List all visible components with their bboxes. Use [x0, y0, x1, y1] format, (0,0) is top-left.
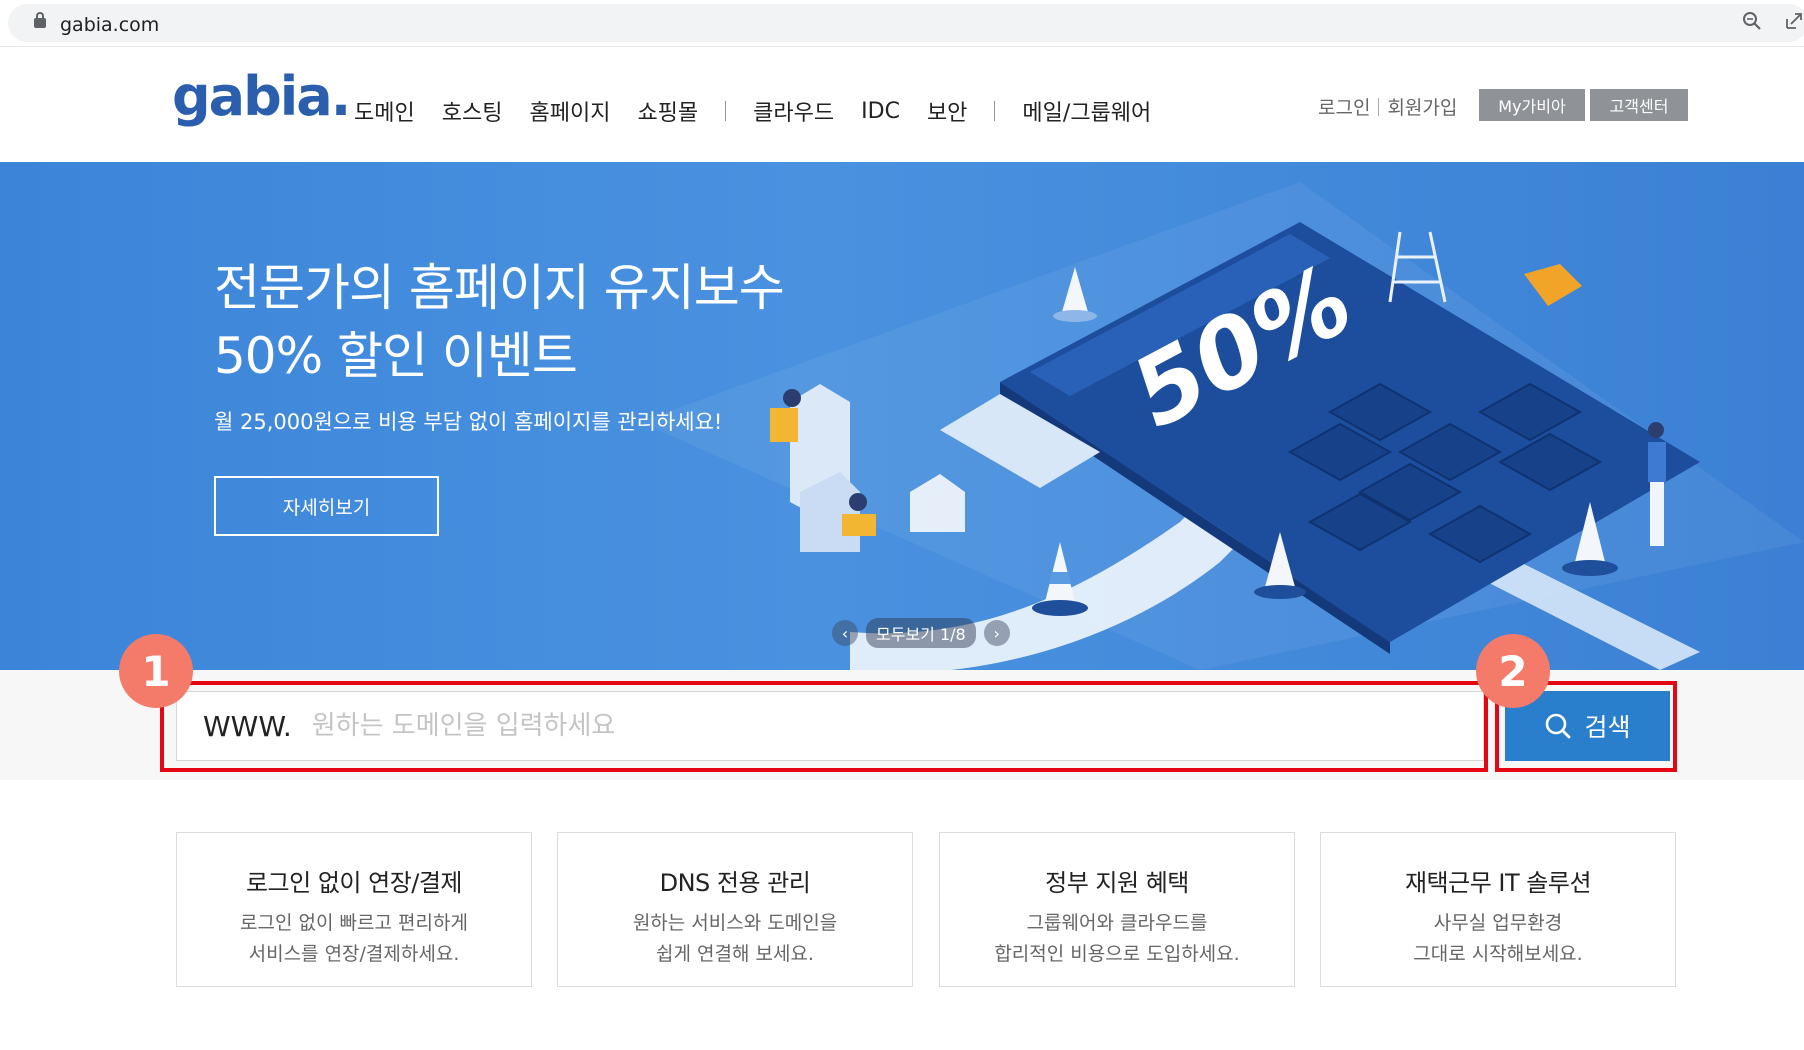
- step-badge-2: 2: [1476, 634, 1550, 708]
- card-desc: 사무실 업무환경 그대로 시작해보세요.: [1321, 908, 1675, 970]
- details-button[interactable]: 자세히보기: [214, 476, 439, 536]
- card-title: DNS 전용 관리: [659, 869, 811, 897]
- nav-divider: [994, 101, 996, 121]
- main-nav: 도메인 호스팅 홈페이지 쇼핑몰 클라우드 IDC 보안 메일/그룹웨어: [354, 95, 1178, 127]
- slide-counter[interactable]: 모두보기 1/8: [866, 618, 976, 648]
- hero-subtitle: 월 25,000원으로 비용 부담 없이 홈페이지를 관리하세요!: [214, 410, 723, 434]
- hero-title-line2: 50% 할인 이벤트: [214, 327, 578, 385]
- card-government-support[interactable]: 정부 지원 혜택 그룹웨어와 클라우드를 합리적인 비용으로 도입하세요.: [939, 832, 1295, 987]
- zoom-icon[interactable]: [1742, 11, 1762, 31]
- nav-homepage[interactable]: 홈페이지: [529, 95, 610, 127]
- nav-security[interactable]: 보안: [927, 95, 967, 127]
- url-text[interactable]: gabia.com: [60, 14, 159, 36]
- nav-hosting[interactable]: 호스팅: [442, 95, 503, 127]
- card-title: 로그인 없이 연장/결제: [245, 869, 463, 897]
- hero-banner[interactable]: 50% 전문가의 홈페이지 유지보수 50% 할인 이벤트 월 25,000원으…: [0, 162, 1804, 670]
- lock-icon: [34, 12, 46, 28]
- card-desc-line2: 그대로 시작해보세요.: [1413, 943, 1583, 965]
- card-desc-line1: 원하는 서비스와 도메인을: [632, 912, 838, 934]
- card-desc: 원하는 서비스와 도메인을 쉽게 연결해 보세요.: [558, 908, 912, 970]
- nav-cloud[interactable]: 클라우드: [753, 95, 834, 127]
- customer-center-button[interactable]: 고객센터: [1590, 89, 1688, 121]
- hero-title: 전문가의 홈페이지 유지보수 50% 할인 이벤트: [214, 254, 785, 390]
- card-desc: 로그인 없이 빠르고 편리하게 서비스를 연장/결제하세요.: [177, 908, 531, 970]
- gabia-logo[interactable]: gabia.: [172, 65, 351, 128]
- slide-next-icon[interactable]: ›: [983, 620, 1010, 646]
- browser-bar: gabia.com: [0, 0, 1804, 46]
- card-desc-line2: 쉽게 연결해 보세요.: [656, 943, 814, 965]
- nav-divider: [725, 101, 727, 121]
- card-remote-work[interactable]: 재택근무 IT 솔루션 사무실 업무환경 그대로 시작해보세요.: [1320, 832, 1676, 987]
- card-desc-line1: 그룹웨어와 클라우드를: [1026, 912, 1208, 934]
- nav-shoppingmall[interactable]: 쇼핑몰: [637, 95, 698, 127]
- highlight-box-search-field: [160, 681, 1488, 772]
- step-badge-1: 1: [119, 634, 193, 708]
- hero-title-line1: 전문가의 홈페이지 유지보수: [214, 259, 785, 317]
- slide-prev-icon[interactable]: ‹: [832, 620, 858, 646]
- slide-controls: ‹ 모두보기 1/8 ›: [832, 618, 1010, 648]
- nav-idc[interactable]: IDC: [861, 99, 900, 124]
- card-desc-line2: 합리적인 비용으로 도입하세요.: [994, 943, 1240, 965]
- card-title: 정부 지원 혜택: [1045, 869, 1189, 897]
- card-desc-line1: 사무실 업무환경: [1433, 912, 1563, 934]
- card-desc: 그룹웨어와 클라우드를 합리적인 비용으로 도입하세요.: [940, 908, 1294, 970]
- nav-domain[interactable]: 도메인: [354, 95, 415, 127]
- card-dns-management[interactable]: DNS 전용 관리 원하는 서비스와 도메인을 쉽게 연결해 보세요.: [557, 832, 913, 987]
- signup-link[interactable]: 회원가입: [1387, 93, 1457, 120]
- address-bar[interactable]: gabia.com: [8, 4, 1804, 42]
- share-icon[interactable]: [1784, 11, 1804, 31]
- card-desc-line1: 로그인 없이 빠르고 편리하게: [240, 912, 468, 934]
- nav-mail-groupware[interactable]: 메일/그룹웨어: [1022, 95, 1151, 127]
- card-desc-line2: 서비스를 연장/결제하세요.: [248, 943, 460, 965]
- util-links: 로그인 회원가입: [1318, 93, 1457, 120]
- mygabia-button[interactable]: My가비아: [1479, 89, 1585, 121]
- card-title: 재택근무 IT 솔루션: [1404, 869, 1592, 897]
- site-header: gabia. 도메인 호스팅 홈페이지 쇼핑몰 클라우드 IDC 보안 메일/그…: [0, 46, 1804, 162]
- login-link[interactable]: 로그인: [1318, 93, 1370, 120]
- util-divider: [1378, 97, 1380, 116]
- card-renew-payment[interactable]: 로그인 없이 연장/결제 로그인 없이 빠르고 편리하게 서비스를 연장/결제하…: [176, 832, 532, 987]
